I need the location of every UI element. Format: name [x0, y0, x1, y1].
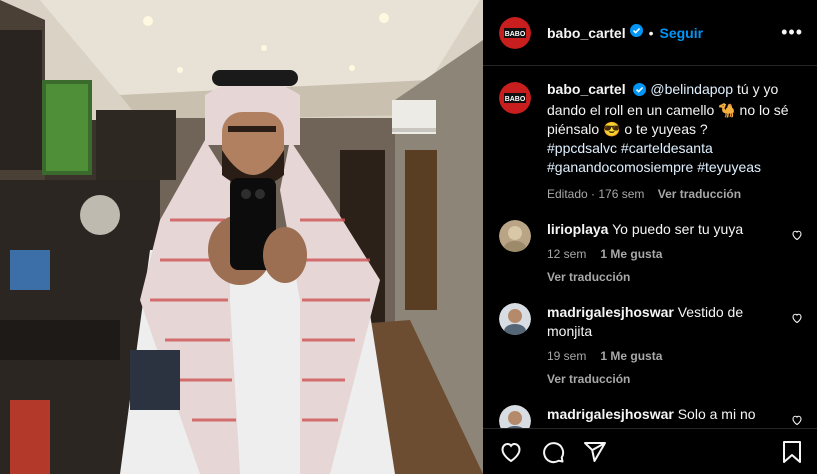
post-details-panel: BABO babo_cartel • Seguir ••• BABO babo_… [483, 0, 817, 474]
more-options-icon[interactable]: ••• [781, 22, 803, 43]
author-avatar[interactable]: BABO [499, 16, 531, 49]
comment-username[interactable]: madrigalesjhoswar [547, 406, 674, 422]
caption-edited-time: Editado · 176 sem [547, 187, 645, 201]
caption-hashtags[interactable]: #ppcdsalvc #carteldesanta #ganandocomosi… [547, 139, 803, 177]
header-separator: • [648, 24, 654, 41]
follow-button[interactable]: Seguir [660, 25, 704, 41]
caption-author-avatar[interactable]: BABO [499, 82, 531, 114]
caption-mention-link[interactable]: @belindapop [650, 81, 733, 97]
post-action-bar [483, 428, 817, 474]
camel-emoji: 🐪 [718, 102, 736, 118]
comment-like-heart-icon[interactable] [791, 413, 803, 428]
comments-scroll-area[interactable]: BABO babo_cartel @belindapop tú y yo dan… [483, 66, 817, 428]
comment-username[interactable]: madrigalesjhoswar [547, 304, 674, 320]
comment-time: 12 sem [547, 247, 587, 261]
comment-icon[interactable] [541, 440, 565, 464]
caption-translate-link[interactable]: Ver traducción [658, 187, 741, 201]
caption-text-3: o te yuyeas ? [620, 121, 708, 137]
caption-username[interactable]: babo_cartel [547, 81, 626, 97]
caption-verified-badge-icon [633, 82, 647, 101]
instagram-post: BABO babo_cartel • Seguir ••• BABO babo_… [0, 0, 817, 474]
comment-item: madrigalesjhoswar Solo a mi no [483, 405, 817, 428]
comment-body: lirioplaya Yo puedo ser tu yuya 12 sem 1 … [547, 220, 803, 287]
comment-meta: 19 sem 1 Me gusta [547, 347, 779, 366]
post-header: BABO babo_cartel • Seguir ••• [483, 0, 817, 66]
author-username[interactable]: babo_cartel [547, 25, 626, 41]
comment-like-heart-icon[interactable] [791, 311, 803, 329]
post-caption: BABO babo_cartel @belindapop tú y yo dan… [483, 66, 817, 204]
heart-icon[interactable] [499, 440, 523, 464]
commenter-avatar[interactable] [499, 405, 531, 428]
comment-translate-link[interactable]: Ver traducción [547, 268, 779, 287]
svg-text:BABO: BABO [505, 31, 526, 38]
bookmark-icon[interactable] [781, 440, 803, 464]
comment-text: Yo puedo ser tu yuya [612, 221, 744, 237]
comment-body: madrigalesjhoswar Vestido de monjita 19 … [547, 303, 803, 389]
caption-body: babo_cartel @belindapop tú y yo dando el… [547, 80, 803, 204]
comment-translate-link[interactable]: Ver traducción [547, 370, 779, 389]
share-icon[interactable] [583, 440, 607, 464]
comment-meta: 12 sem 1 Me gusta [547, 245, 779, 264]
comment-text: Solo a mi no [677, 406, 756, 422]
comment-likes[interactable]: 1 Me gusta [600, 247, 662, 261]
svg-text:BABO: BABO [505, 96, 526, 103]
comment-item: lirioplaya Yo puedo ser tu yuya 12 sem 1 … [483, 220, 817, 287]
photo-man-in-keffiyeh-selfie [0, 0, 483, 474]
commenter-avatar[interactable] [499, 220, 531, 252]
post-photo[interactable] [0, 0, 483, 474]
commenter-avatar[interactable] [499, 303, 531, 335]
comment-username[interactable]: lirioplaya [547, 221, 608, 237]
sunglasses-emoji: 😎 [603, 121, 621, 137]
comment-likes[interactable]: 1 Me gusta [600, 349, 662, 363]
comment-body: madrigalesjhoswar Solo a mi no [547, 405, 803, 428]
verified-badge-icon [629, 23, 643, 42]
comment-item: madrigalesjhoswar Vestido de monjita 19 … [483, 303, 817, 389]
comment-time: 19 sem [547, 349, 587, 363]
caption-meta: Editado · 176 sem Ver traducción [547, 185, 803, 204]
comment-like-heart-icon[interactable] [791, 228, 803, 246]
